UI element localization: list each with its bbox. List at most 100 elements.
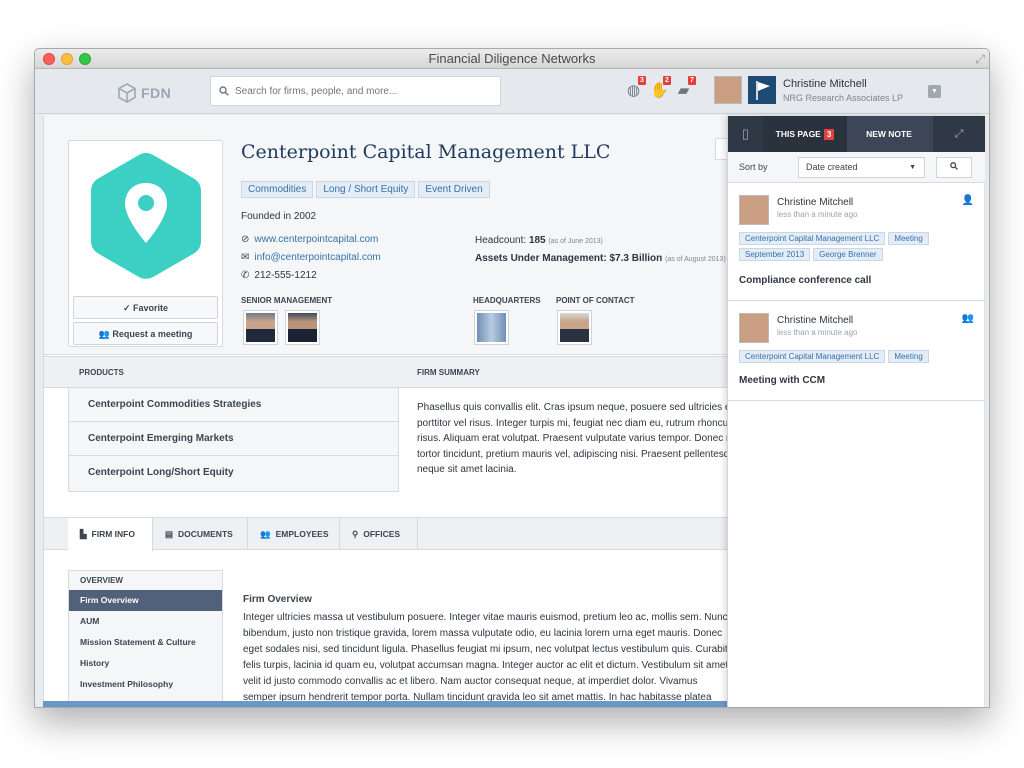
overview-subnav: OVERVIEW Firm Overview AUM Mission State…: [68, 570, 223, 707]
window-title: Financial Diligence Networks: [428, 51, 596, 66]
products-summary-header: PRODUCTS FIRM SUMMARY: [44, 356, 759, 388]
firm-tag[interactable]: Event Driven: [418, 181, 490, 198]
note-item[interactable]: Christine Mitchell less than a minute ag…: [728, 183, 985, 301]
subnav-item-mission[interactable]: Mission Statement & Culture: [69, 632, 222, 653]
tab-this-page[interactable]: THIS PAGE 3: [763, 116, 847, 152]
note-tags: Centerpoint Capital Management LLC Meeti…: [739, 232, 959, 261]
person-icon: 👤: [961, 195, 974, 206]
firm-logo-flag-icon[interactable]: [748, 76, 776, 104]
note-title: Compliance conference call: [739, 275, 872, 286]
notebook-icon[interactable]: ▯: [728, 116, 763, 152]
point-of-contact-label: POINT OF CONTACT: [556, 296, 635, 305]
note-title: Meeting with CCM: [739, 375, 826, 386]
product-item[interactable]: Centerpoint Emerging Markets: [69, 422, 398, 456]
bottom-accent-bar: [43, 701, 759, 707]
tab-documents[interactable]: ▤ DOCUMENTS: [153, 518, 248, 550]
cube-logo-icon: [118, 83, 136, 103]
note-tag[interactable]: September 2013: [739, 248, 811, 261]
note-item[interactable]: Christine Mitchell less than a minute ag…: [728, 301, 985, 401]
user-menu-chevron-down-icon[interactable]: ▼: [928, 85, 941, 98]
subnav-item-history[interactable]: History: [69, 653, 222, 674]
founded-year: Founded in 2002: [241, 211, 317, 222]
note-time: less than a minute ago: [777, 328, 858, 337]
overview-subnav-heading: OVERVIEW: [80, 576, 123, 585]
firm-logo-card: ✓ Favorite 👥 Request a meeting: [68, 140, 223, 347]
search-icon: [950, 162, 958, 170]
tab-offices[interactable]: ⚲ OFFICES: [340, 518, 418, 550]
notification-badge: 2: [663, 76, 671, 85]
map-pin-logo-icon: [91, 153, 201, 279]
senior-manager-photo[interactable]: [285, 310, 320, 345]
chevron-down-icon: ▼: [909, 164, 916, 171]
notes-panel: ▯ THIS PAGE 3 NEW NOTE ⤢ Sort by Date cre…: [727, 116, 985, 707]
firm-name: Centerpoint Capital Management LLC: [241, 141, 611, 163]
note-author: Christine Mitchell: [777, 197, 854, 208]
search-input[interactable]: [235, 85, 485, 97]
pin-icon: ⚲: [352, 529, 359, 539]
firm-profile-header: ✓ Favorite 👥 Request a meeting Centerpoi…: [44, 115, 759, 355]
search-box[interactable]: [210, 76, 501, 106]
senior-manager-photo[interactable]: [243, 310, 278, 345]
note-tags: Centerpoint Capital Management LLC Meeti…: [739, 350, 959, 363]
search-icon: [219, 86, 229, 96]
compass-icon: ⊘: [241, 234, 250, 245]
point-of-contact-photo[interactable]: [557, 310, 592, 345]
user-name[interactable]: Christine Mitchell: [783, 78, 867, 90]
senior-management-label: SENIOR MANAGEMENT: [241, 296, 333, 305]
product-item[interactable]: Centerpoint Long/Short Equity: [69, 456, 398, 490]
aum-stat: Assets Under Management: $7.3 Billion (a…: [475, 253, 726, 264]
fullscreen-icon[interactable]: ⤢: [975, 52, 985, 67]
note-tag[interactable]: Centerpoint Capital Management LLC: [739, 232, 886, 245]
user-firm: NRG Research Associates LP: [783, 93, 904, 103]
title-bar: Financial Diligence Networks ⤢: [35, 49, 989, 69]
note-tag[interactable]: Meeting: [888, 350, 929, 363]
tab-employees[interactable]: 👥 EMPLOYEES: [248, 518, 340, 550]
checkmark-icon: ✓: [122, 303, 134, 313]
top-navigation-bar: FDN ◍ 3 ✋ 2 ▰ 7 Christine Mitchell NRG R…: [35, 70, 989, 114]
headquarters-label: HEADQUARTERS: [473, 296, 541, 305]
envelope-icon: ✉: [241, 252, 250, 263]
sort-select[interactable]: Date created ▼: [798, 157, 925, 178]
note-tag[interactable]: Centerpoint Capital Management LLC: [739, 350, 886, 363]
user-avatar[interactable]: [714, 76, 742, 104]
note-author-avatar: [739, 313, 769, 343]
note-time: less than a minute ago: [777, 210, 858, 219]
firm-page: ✓ Favorite 👥 Request a meeting Centerpoi…: [43, 115, 759, 707]
email-link[interactable]: ✉ info@centerpointcapital.com: [241, 252, 381, 263]
sort-row: Sort by Date created ▼: [728, 152, 985, 183]
document-icon: ▤: [165, 529, 174, 539]
tab-firm-info[interactable]: ▙ FIRM INFO: [68, 518, 153, 551]
phone-icon: ✆: [241, 270, 250, 281]
subnav-item-investment-philosophy[interactable]: Investment Philosophy: [69, 674, 222, 695]
product-item[interactable]: Centerpoint Commodities Strategies: [69, 388, 398, 422]
products-heading: PRODUCTS: [79, 368, 124, 377]
notification-badge: 3: [638, 76, 646, 85]
note-tag[interactable]: Meeting: [888, 232, 929, 245]
globe-notification-button[interactable]: ◍ 3: [625, 76, 646, 99]
firm-tag[interactable]: Commodities: [241, 181, 314, 198]
favorite-button[interactable]: ✓ Favorite: [73, 296, 218, 319]
people-icon: 👥: [961, 313, 974, 324]
chat-notification-button[interactable]: ▰ 7: [675, 76, 696, 99]
website-link[interactable]: ⊘ www.centerpointcapital.com: [241, 234, 378, 245]
headcount-stat: Headcount: 185 (as of June 2013): [475, 235, 603, 246]
request-meeting-button[interactable]: 👥 Request a meeting: [73, 322, 218, 345]
firm-tag[interactable]: Long / Short Equity: [316, 181, 416, 198]
phone-number: ✆ 212-555-1212: [241, 270, 317, 281]
expand-icon[interactable]: ⤢: [933, 116, 985, 152]
note-tag[interactable]: George Brenner: [813, 248, 883, 261]
firm-summary-text: Phasellus quis convallis elit. Cras ipsu…: [417, 402, 741, 475]
search-notes-button[interactable]: [936, 157, 972, 178]
people-icon: 👥: [260, 529, 271, 539]
sort-label: Sort by: [739, 162, 768, 172]
subnav-item-firm-overview[interactable]: Firm Overview: [69, 590, 222, 611]
firm-tags: Commodities Long / Short Equity Event Dr…: [241, 181, 490, 198]
building-icon: ▙: [80, 529, 87, 539]
notification-badge: 7: [688, 76, 696, 85]
tab-new-note[interactable]: NEW NOTE: [847, 116, 931, 152]
subnav-item-aum[interactable]: AUM: [69, 611, 222, 632]
headquarters-photo[interactable]: [474, 310, 509, 345]
app-window: Financial Diligence Networks ⤢ FDN ◍ 3 ✋…: [34, 48, 990, 708]
app-logo[interactable]: FDN: [117, 83, 171, 103]
handshake-notification-button[interactable]: ✋ 2: [650, 76, 671, 99]
